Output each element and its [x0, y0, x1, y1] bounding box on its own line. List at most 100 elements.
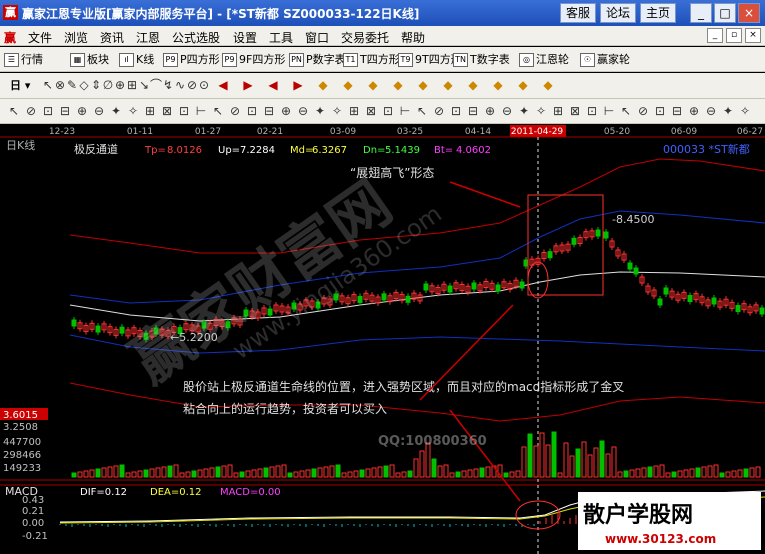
tool-2-icon[interactable]: ⊡ — [40, 103, 56, 119]
tool-23-icon[interactable]: ⊢ — [397, 103, 413, 119]
menu-trade[interactable]: 交易委托 — [341, 29, 389, 46]
tool-30-icon[interactable]: ✦ — [516, 103, 532, 119]
menu-file[interactable]: 文件 — [28, 29, 52, 46]
tool-37-icon[interactable]: ⊘ — [635, 103, 651, 119]
menu-settings[interactable]: 设置 — [233, 29, 257, 46]
menu-help[interactable]: 帮助 — [401, 29, 425, 46]
tool-7-icon[interactable]: ✧ — [125, 103, 141, 119]
nav-arrow-10-icon[interactable]: ◆ — [465, 77, 481, 93]
nav-arrow-1-icon[interactable]: ▶ — [240, 77, 256, 93]
draw-tool-13-icon[interactable]: ⊙ — [196, 77, 212, 93]
tool-0-icon[interactable]: ↖ — [6, 103, 22, 119]
toolbar-10-button[interactable]: ☉ 赢家轮 — [580, 51, 630, 68]
nav-arrow-5-icon[interactable]: ◆ — [340, 77, 356, 93]
nav-arrow-13-icon[interactable]: ◆ — [540, 77, 556, 93]
nav-arrow-0-icon[interactable]: ◀ — [215, 77, 231, 93]
chart-svg[interactable]: 12-23 01-11 01-27 02-21 03-09 03-25 04-14 2011-… — [0, 125, 765, 554]
indicator-key: Dn= — [363, 145, 385, 156]
tool-31-icon[interactable]: ✧ — [533, 103, 549, 119]
toolbar-2-button[interactable]: ıl K线 — [119, 51, 154, 68]
menu-tools[interactable]: 工具 — [269, 29, 293, 46]
kline-chart[interactable]: 12-23 01-11 01-27 02-21 03-09 03-25 04-14 2011-… — [0, 125, 765, 554]
tool-17-icon[interactable]: ⊖ — [295, 103, 311, 119]
tool-24-icon[interactable]: ↖ — [414, 103, 430, 119]
toolbar-6-button[interactable]: T1 T四方形 — [343, 51, 400, 68]
tool-25-icon[interactable]: ⊘ — [431, 103, 447, 119]
mdi-close-icon[interactable]: × — [745, 28, 761, 43]
volume-bar — [149, 468, 155, 478]
tool-42-icon[interactable]: ✦ — [720, 103, 736, 119]
tool-9-icon[interactable]: ⊠ — [159, 103, 175, 119]
menu-window[interactable]: 窗口 — [305, 29, 329, 46]
tool-38-icon[interactable]: ⊡ — [652, 103, 668, 119]
mdi-restore-icon[interactable]: ▫ — [726, 28, 742, 43]
tool-6-icon[interactable]: ✦ — [108, 103, 124, 119]
tool-11-icon[interactable]: ⊢ — [193, 103, 209, 119]
tool-19-icon[interactable]: ✧ — [329, 103, 345, 119]
close-icon[interactable]: × — [738, 3, 760, 23]
tool-39-icon[interactable]: ⊟ — [669, 103, 685, 119]
tool-43-icon[interactable]: ✧ — [737, 103, 753, 119]
nav-arrow-8-icon[interactable]: ◆ — [415, 77, 431, 93]
tool-14-icon[interactable]: ⊡ — [244, 103, 260, 119]
volume-bar — [395, 472, 401, 478]
nav-arrow-2-icon[interactable]: ◀ — [265, 77, 281, 93]
nav-arrow-11-icon[interactable]: ◆ — [490, 77, 506, 93]
service-button[interactable]: 客服 — [560, 3, 596, 23]
volume-bar — [581, 441, 587, 478]
minimize-icon[interactable]: _ — [690, 3, 712, 23]
volume-bar — [269, 466, 275, 478]
candle — [119, 326, 125, 334]
tool-32-icon[interactable]: ⊞ — [550, 103, 566, 119]
homepage-button[interactable]: 主页 — [640, 3, 676, 23]
tool-36-icon[interactable]: ↖ — [618, 103, 634, 119]
tool-27-icon[interactable]: ⊟ — [465, 103, 481, 119]
tool-22-icon[interactable]: ⊡ — [380, 103, 396, 119]
tool-40-icon[interactable]: ⊕ — [686, 103, 702, 119]
tool-26-icon[interactable]: ⊡ — [448, 103, 464, 119]
volume-bar — [713, 464, 719, 478]
tool-3-icon[interactable]: ⊟ — [57, 103, 73, 119]
tool-34-icon[interactable]: ⊡ — [584, 103, 600, 119]
volume-bar — [623, 470, 629, 478]
maximize-icon[interactable]: □ — [714, 3, 736, 23]
mdi-minimize-icon[interactable]: _ — [707, 28, 723, 43]
tool-29-icon[interactable]: ⊖ — [499, 103, 515, 119]
tool-33-icon[interactable]: ⊠ — [567, 103, 583, 119]
nav-arrow-4-icon[interactable]: ◆ — [315, 77, 331, 93]
nav-arrow-9-icon[interactable]: ◆ — [440, 77, 456, 93]
menu-gann[interactable]: 江恩 — [136, 29, 160, 46]
nav-arrow-6-icon[interactable]: ◆ — [365, 77, 381, 93]
toolbar-0-button[interactable]: ☰ 行情 — [4, 51, 43, 68]
tool-10-icon[interactable]: ⊡ — [176, 103, 192, 119]
tool-15-icon[interactable]: ⊟ — [261, 103, 277, 119]
tool-1-icon[interactable]: ⊘ — [23, 103, 39, 119]
tool-16-icon[interactable]: ⊕ — [278, 103, 294, 119]
menu-news[interactable]: 资讯 — [100, 29, 124, 46]
tool-13-icon[interactable]: ⊘ — [227, 103, 243, 119]
tool-21-icon[interactable]: ⊠ — [363, 103, 379, 119]
menu-formula[interactable]: 公式选股 — [172, 29, 220, 46]
toolbar-1-button[interactable]: ▦ 板块 — [70, 51, 109, 68]
toolbar-4-button[interactable]: P9 9F四方形 — [222, 51, 285, 68]
toolbar-3-button[interactable]: P9 P四方形 — [163, 51, 220, 68]
toolbar-5-button[interactable]: PN P数字表 — [289, 51, 346, 68]
tool-8-icon[interactable]: ⊞ — [142, 103, 158, 119]
tool-18-icon[interactable]: ✦ — [312, 103, 328, 119]
tool-12-icon[interactable]: ↖ — [210, 103, 226, 119]
nav-arrow-12-icon[interactable]: ◆ — [515, 77, 531, 93]
tool-28-icon[interactable]: ⊕ — [482, 103, 498, 119]
volume-bar — [377, 466, 383, 478]
nav-arrow-3-icon[interactable]: ▶ — [290, 77, 306, 93]
nav-arrow-7-icon[interactable]: ◆ — [390, 77, 406, 93]
menu-browse[interactable]: 浏览 — [64, 29, 88, 46]
toolbar-9-button[interactable]: ◎ 江恩轮 — [519, 51, 569, 68]
tool-4-icon[interactable]: ⊕ — [74, 103, 90, 119]
tool-20-icon[interactable]: ⊞ — [346, 103, 362, 119]
tool-5-icon[interactable]: ⊖ — [91, 103, 107, 119]
tool-41-icon[interactable]: ⊖ — [703, 103, 719, 119]
forum-button[interactable]: 论坛 — [600, 3, 636, 23]
toolbar-8-button[interactable]: TN T数字表 — [453, 51, 510, 68]
period-select[interactable]: 日 ▾ — [10, 77, 30, 94]
tool-35-icon[interactable]: ⊢ — [601, 103, 617, 119]
